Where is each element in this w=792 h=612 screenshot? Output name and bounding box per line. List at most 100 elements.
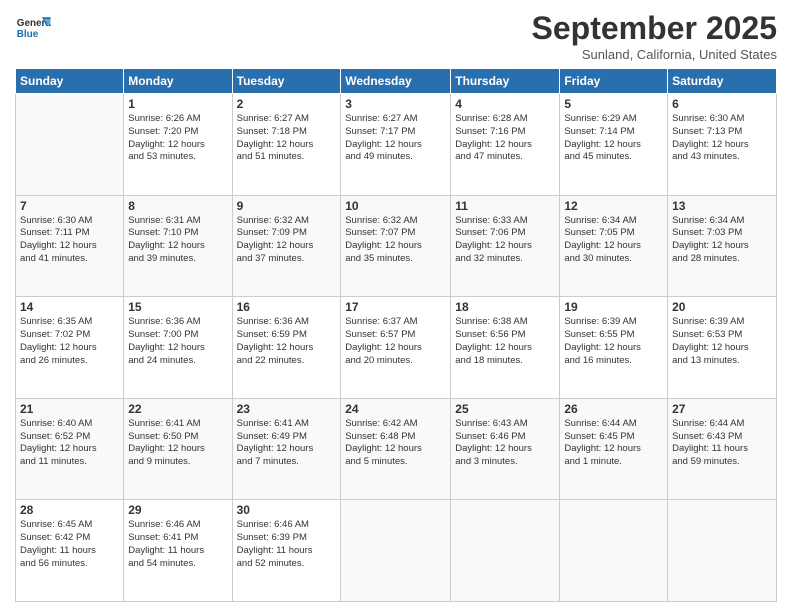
day-info: Sunrise: 6:30 AM Sunset: 7:13 PM Dayligh… — [672, 113, 772, 164]
day-info: Sunrise: 6:34 AM Sunset: 7:03 PM Dayligh… — [672, 215, 772, 266]
day-number: 18 — [455, 300, 555, 314]
day-info: Sunrise: 6:41 AM Sunset: 6:50 PM Dayligh… — [128, 418, 227, 469]
day-number: 27 — [672, 402, 772, 416]
day-number: 3 — [345, 97, 446, 111]
calendar-header-wednesday: Wednesday — [341, 69, 451, 94]
calendar-cell: 17Sunrise: 6:37 AM Sunset: 6:57 PM Dayli… — [341, 297, 451, 399]
calendar-cell: 12 Sunrise: 6:34 AM Sunset: 7:05 PM Dayli… — [560, 195, 668, 297]
day-info: Sunrise: 6:36 AM Sunset: 7:00 PM Dayligh… — [128, 316, 227, 367]
calendar-cell — [668, 500, 777, 602]
day-info: Sunrise: 6:44 AM Sunset: 6:45 PM Dayligh… — [564, 418, 663, 469]
day-info: Sunrise: 6:31 AM Sunset: 7:10 PM Dayligh… — [128, 215, 227, 266]
day-info: Sunrise: 6:33 AM Sunset: 7:06 PM Dayligh… — [455, 215, 555, 266]
page: General Blue September 2025 Sunland, Cal… — [0, 0, 792, 612]
calendar-cell: 4Sunrise: 6:28 AM Sunset: 7:16 PM Daylig… — [451, 94, 560, 196]
day-number: 15 — [128, 300, 227, 314]
calendar-cell — [341, 500, 451, 602]
day-number: 1 — [128, 97, 227, 111]
day-number: 24 — [345, 402, 446, 416]
day-info: Sunrise: 6:32 AM Sunset: 7:07 PM Dayligh… — [345, 215, 446, 266]
calendar-table: SundayMondayTuesdayWednesdayThursdayFrid… — [15, 68, 777, 602]
calendar-cell: 5Sunrise: 6:29 AM Sunset: 7:14 PM Daylig… — [560, 94, 668, 196]
day-number: 9 — [237, 199, 337, 213]
calendar-header-sunday: Sunday — [16, 69, 124, 94]
calendar-cell: 16 Sunrise: 6:36 AM Sunset: 6:59 PM Dayli… — [232, 297, 341, 399]
calendar-header-row: SundayMondayTuesdayWednesdayThursdayFrid… — [16, 69, 777, 94]
day-info: Sunrise: 6:46 AM Sunset: 6:41 PM Dayligh… — [128, 519, 227, 570]
day-info: Sunrise: 6:44 AM Sunset: 6:43 PM Dayligh… — [672, 418, 772, 469]
calendar-week-row: 21Sunrise: 6:40 AM Sunset: 6:52 PM Dayli… — [16, 398, 777, 500]
calendar-header-thursday: Thursday — [451, 69, 560, 94]
day-info: Sunrise: 6:39 AM Sunset: 6:55 PM Dayligh… — [564, 316, 663, 367]
header: General Blue September 2025 Sunland, Cal… — [15, 10, 777, 62]
calendar-cell: 11 Sunrise: 6:33 AM Sunset: 7:06 PM Dayli… — [451, 195, 560, 297]
day-info: Sunrise: 6:38 AM Sunset: 6:56 PM Dayligh… — [455, 316, 555, 367]
calendar-header-monday: Monday — [124, 69, 232, 94]
day-number: 22 — [128, 402, 227, 416]
month-title: September 2025 — [532, 10, 777, 47]
day-info: Sunrise: 6:34 AM Sunset: 7:05 PM Dayligh… — [564, 215, 663, 266]
day-number: 28 — [20, 503, 119, 517]
day-info: Sunrise: 6:35 AM Sunset: 7:02 PM Dayligh… — [20, 316, 119, 367]
calendar-cell: 20 Sunrise: 6:39 AM Sunset: 6:53 PM Dayli… — [668, 297, 777, 399]
day-info: Sunrise: 6:32 AM Sunset: 7:09 PM Dayligh… — [237, 215, 337, 266]
title-block: September 2025 Sunland, California, Unit… — [532, 10, 777, 62]
day-number: 4 — [455, 97, 555, 111]
day-info: Sunrise: 6:43 AM Sunset: 6:46 PM Dayligh… — [455, 418, 555, 469]
calendar-cell: 19Sunrise: 6:39 AM Sunset: 6:55 PM Dayli… — [560, 297, 668, 399]
day-number: 20 — [672, 300, 772, 314]
day-info: Sunrise: 6:26 AM Sunset: 7:20 PM Dayligh… — [128, 113, 227, 164]
calendar-cell: 9 Sunrise: 6:32 AM Sunset: 7:09 PM Daylig… — [232, 195, 341, 297]
calendar-cell: 10 Sunrise: 6:32 AM Sunset: 7:07 PM Dayli… — [341, 195, 451, 297]
calendar-cell: 24 Sunrise: 6:42 AM Sunset: 6:48 PM Dayli… — [341, 398, 451, 500]
day-number: 17 — [345, 300, 446, 314]
day-number: 23 — [237, 402, 337, 416]
calendar-cell: 8 Sunrise: 6:31 AM Sunset: 7:10 PM Daylig… — [124, 195, 232, 297]
day-number: 21 — [20, 402, 119, 416]
calendar-cell: 28 Sunrise: 6:45 AM Sunset: 6:42 PM Dayli… — [16, 500, 124, 602]
calendar-header-saturday: Saturday — [668, 69, 777, 94]
day-number: 25 — [455, 402, 555, 416]
day-number: 14 — [20, 300, 119, 314]
day-number: 2 — [237, 97, 337, 111]
location-subtitle: Sunland, California, United States — [532, 47, 777, 62]
day-info: Sunrise: 6:36 AM Sunset: 6:59 PM Dayligh… — [237, 316, 337, 367]
calendar-week-row: 7Sunrise: 6:30 AM Sunset: 7:11 PM Daylig… — [16, 195, 777, 297]
day-info: Sunrise: 6:45 AM Sunset: 6:42 PM Dayligh… — [20, 519, 119, 570]
calendar-week-row: 14 Sunrise: 6:35 AM Sunset: 7:02 PM Dayli… — [16, 297, 777, 399]
calendar-header-friday: Friday — [560, 69, 668, 94]
calendar-cell: 22 Sunrise: 6:41 AM Sunset: 6:50 PM Dayli… — [124, 398, 232, 500]
general-blue-logo-icon: General Blue — [15, 10, 51, 46]
calendar-cell: 21Sunrise: 6:40 AM Sunset: 6:52 PM Dayli… — [16, 398, 124, 500]
day-info: Sunrise: 6:27 AM Sunset: 7:18 PM Dayligh… — [237, 113, 337, 164]
calendar-week-row: 1 Sunrise: 6:26 AM Sunset: 7:20 PM Daylig… — [16, 94, 777, 196]
day-info: Sunrise: 6:46 AM Sunset: 6:39 PM Dayligh… — [237, 519, 337, 570]
calendar-cell — [451, 500, 560, 602]
logo: General Blue — [15, 10, 51, 46]
day-info: Sunrise: 6:27 AM Sunset: 7:17 PM Dayligh… — [345, 113, 446, 164]
day-number: 10 — [345, 199, 446, 213]
calendar-header-tuesday: Tuesday — [232, 69, 341, 94]
day-number: 30 — [237, 503, 337, 517]
day-number: 26 — [564, 402, 663, 416]
day-number: 12 — [564, 199, 663, 213]
day-info: Sunrise: 6:39 AM Sunset: 6:53 PM Dayligh… — [672, 316, 772, 367]
day-number: 29 — [128, 503, 227, 517]
day-number: 6 — [672, 97, 772, 111]
calendar-cell — [560, 500, 668, 602]
day-info: Sunrise: 6:41 AM Sunset: 6:49 PM Dayligh… — [237, 418, 337, 469]
day-number: 7 — [20, 199, 119, 213]
calendar-cell: 3 Sunrise: 6:27 AM Sunset: 7:17 PM Daylig… — [341, 94, 451, 196]
calendar-cell: 18 Sunrise: 6:38 AM Sunset: 6:56 PM Dayli… — [451, 297, 560, 399]
calendar-cell: 15 Sunrise: 6:36 AM Sunset: 7:00 PM Dayli… — [124, 297, 232, 399]
day-number: 8 — [128, 199, 227, 213]
calendar-cell: 13 Sunrise: 6:34 AM Sunset: 7:03 PM Dayli… — [668, 195, 777, 297]
svg-text:Blue: Blue — [17, 29, 39, 40]
day-info: Sunrise: 6:42 AM Sunset: 6:48 PM Dayligh… — [345, 418, 446, 469]
day-number: 16 — [237, 300, 337, 314]
calendar-cell — [16, 94, 124, 196]
calendar-cell: 14 Sunrise: 6:35 AM Sunset: 7:02 PM Dayli… — [16, 297, 124, 399]
calendar-cell: 2 Sunrise: 6:27 AM Sunset: 7:18 PM Daylig… — [232, 94, 341, 196]
day-number: 11 — [455, 199, 555, 213]
day-number: 13 — [672, 199, 772, 213]
